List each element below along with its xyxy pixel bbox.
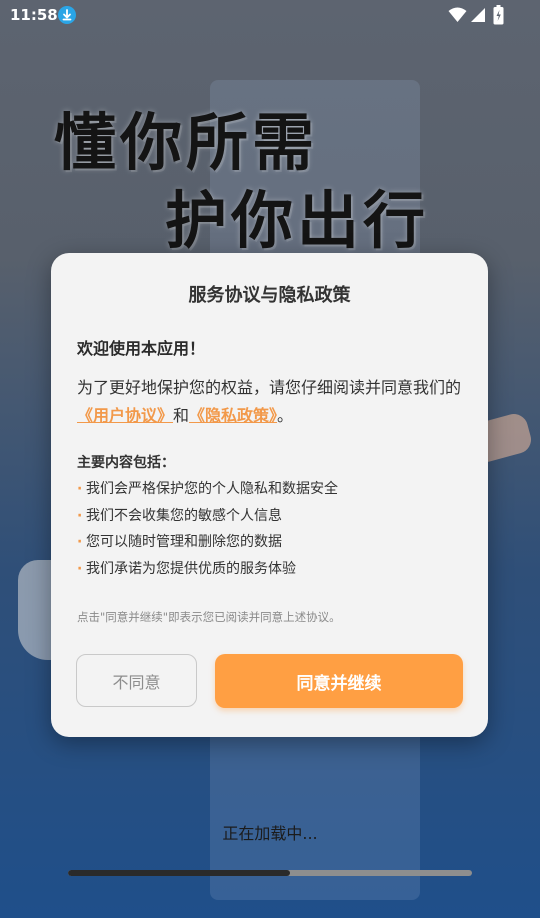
list-item: · 我们不会收集您的敏感个人信息 xyxy=(77,505,338,532)
dialog-title: 服务协议与隐私政策 xyxy=(188,285,351,306)
signal-icon xyxy=(471,8,485,22)
agree-continue-button[interactable]: 同意并继续 xyxy=(215,654,463,708)
bullet-dot-icon: · xyxy=(77,481,83,497)
status-time: 11:58 xyxy=(10,6,58,24)
status-bar: 11:58 xyxy=(0,0,540,32)
list-item: · 我们会严格保护您的个人隐私和数据安全 xyxy=(77,478,338,505)
hero-title-line-1: 懂你所需 xyxy=(54,106,319,179)
privacy-dialog: 服务协议与隐私政策 欢迎使用本应用！ 为了更好地保护您的权益，请您仔细阅读并同意… xyxy=(51,253,488,737)
intro-text: 为了更好地保护您的权益，请您仔细阅读并同意我们的 xyxy=(77,378,462,397)
list-item-text: 您可以随时管理和删除您的数据 xyxy=(86,534,282,550)
bullet-dot-icon: · xyxy=(77,507,83,524)
privacy-policy-link[interactable]: 《隐私政策》 xyxy=(189,406,277,425)
hero-title-line-2: 护你出行 xyxy=(165,184,430,257)
intro-end: 。 xyxy=(277,406,294,425)
download-icon xyxy=(58,6,76,24)
user-agreement-link[interactable]: 《用户协议》 xyxy=(77,406,173,425)
bullet-list: · 我们会严格保护您的个人隐私和数据安全 · 我们不会收集您的敏感个人信息 · 您可以… xyxy=(77,478,338,584)
list-item: · 我们承诺为您提供优质的服务体验 xyxy=(77,558,338,585)
welcome-text: 欢迎使用本应用！ xyxy=(77,339,206,358)
bullet-dot-icon: · xyxy=(77,534,83,550)
list-item-text: 我们承诺为您提供优质的服务体验 xyxy=(86,560,296,577)
consent-notice: 点击"同意并继续"即表示您已阅读并同意上述协议。 xyxy=(77,610,341,624)
bullet-dot-icon: · xyxy=(77,560,83,577)
intro-paragraph: 为了更好地保护您的权益，请您仔细阅读并同意我们的《用户协议》和《隐私政策》。 xyxy=(77,374,467,430)
list-item-text: 我们不会收集您的敏感个人信息 xyxy=(86,507,282,524)
list-item-text: 我们会严格保护您的个人隐私和数据安全 xyxy=(86,481,338,497)
loading-progress-bar xyxy=(68,870,472,876)
list-item: · 您可以随时管理和删除您的数据 xyxy=(77,531,338,558)
and-text: 和 xyxy=(173,406,190,425)
progress-fill xyxy=(68,870,291,876)
wifi-icon xyxy=(448,7,467,22)
section-title: 主要内容包括： xyxy=(77,455,175,471)
battery-icon xyxy=(493,5,504,25)
disagree-button[interactable]: 不同意 xyxy=(76,654,197,707)
loading-text: 正在加载中... xyxy=(222,824,318,843)
app-screen: 11:58 懂你所需 护你出行 服务协议与隐私政策 欢迎使用本应用！ 为了更好地… xyxy=(0,0,540,918)
